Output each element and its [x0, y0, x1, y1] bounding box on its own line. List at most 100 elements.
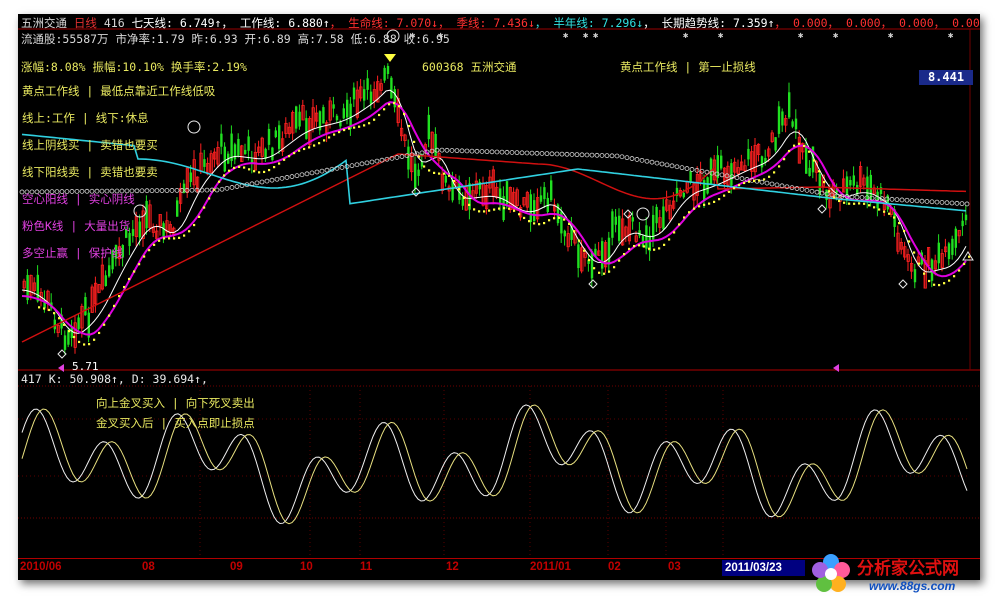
date-label: 2011/01 — [530, 561, 571, 573]
date-label: 08 — [142, 561, 155, 573]
work-dot — [68, 330, 71, 333]
kd-header: 417 K: 50.908↑, D: 39.694↑, — [21, 372, 208, 386]
work-dot — [353, 126, 356, 129]
candle-body — [577, 244, 580, 269]
longterm-dot — [464, 148, 470, 154]
work-dot — [143, 255, 146, 258]
longterm-dot — [804, 187, 810, 193]
work-dot — [668, 238, 671, 241]
work-dot — [508, 207, 511, 210]
work-dot — [293, 151, 296, 155]
work-dot — [468, 203, 471, 206]
candle-body — [631, 217, 634, 222]
candle-body — [662, 206, 665, 230]
longterm-dot — [649, 159, 655, 165]
candle-body — [808, 167, 811, 176]
work-dot — [458, 188, 461, 191]
legend-left-item: 粉色K线 | 大量出货 — [22, 219, 131, 233]
longterm-dot — [764, 180, 770, 186]
work-dot — [253, 170, 256, 173]
candle-body — [264, 148, 267, 159]
work-dot — [818, 170, 821, 173]
work-dot — [913, 251, 916, 254]
longterm-dot — [439, 147, 445, 153]
longterm-dot — [484, 149, 490, 155]
work-dot — [473, 208, 476, 211]
candle-body — [67, 330, 70, 345]
longterm-dot — [394, 155, 400, 160]
longterm-dot — [704, 169, 710, 175]
longterm-dot — [349, 163, 355, 169]
work-dot — [723, 194, 726, 197]
longterm-dot — [164, 188, 170, 193]
work-dot — [923, 272, 926, 275]
work-dot — [493, 208, 496, 211]
candle-body — [407, 146, 410, 170]
work-dot — [618, 259, 621, 262]
longterm-dot — [454, 148, 460, 154]
longterm-dot — [449, 148, 455, 153]
work-dot — [683, 216, 686, 219]
header-segment: 416 — [103, 16, 132, 30]
legend-left-item: 空心阳线 | 实心阴线 — [22, 192, 135, 206]
longterm-dot — [664, 162, 670, 168]
candle-body — [339, 121, 342, 127]
work-dot — [738, 184, 741, 187]
work-dot — [593, 267, 596, 270]
candle-body — [295, 106, 298, 129]
work-dot — [938, 283, 941, 287]
work-dot — [413, 140, 416, 143]
longterm-dot — [279, 175, 285, 181]
work-dot — [548, 219, 551, 222]
work-dot — [558, 216, 561, 219]
work-dot — [863, 202, 866, 205]
candle-body — [774, 137, 777, 151]
candle-body — [305, 118, 308, 139]
longterm-dot — [339, 165, 345, 170]
work-dot — [888, 212, 891, 215]
flower-logo-icon: 分析家公式网 www.88gs.com — [812, 554, 959, 593]
longterm-dot — [189, 187, 195, 193]
work-dot — [93, 338, 96, 341]
star-marker: ✱ — [683, 31, 689, 41]
work-dot — [213, 188, 216, 191]
star-marker: ✱ — [583, 31, 589, 41]
diamond-marker — [817, 204, 827, 214]
work-dot — [518, 213, 521, 216]
legend-left-item: 多空止赢 | 保护线 — [22, 246, 124, 260]
work-dot — [843, 201, 846, 204]
candle-body — [247, 136, 250, 151]
indicator-header: 五洲交通 日线 416 七天线: 6.749↑， 工作线: 6.880↑， 生命… — [21, 16, 980, 30]
work-dot — [713, 200, 716, 203]
work-dot — [128, 277, 131, 281]
longterm-dot — [259, 179, 265, 185]
longterm-dot — [229, 185, 235, 190]
longterm-dot — [354, 162, 360, 168]
work-dot — [728, 190, 731, 193]
candle-body — [237, 138, 240, 156]
candle-body — [363, 89, 366, 101]
work-dot — [148, 249, 151, 252]
work-dot — [428, 169, 431, 172]
longterm-dot — [264, 178, 270, 184]
longterm-dot — [204, 187, 210, 193]
longterm-dot — [529, 150, 535, 156]
work-dot — [953, 275, 956, 278]
longterm-dot — [629, 156, 635, 161]
work-dot — [583, 249, 586, 252]
header-segment: ， 半年线: 7.296↓ — [534, 16, 644, 30]
work-dot — [248, 168, 251, 171]
work-dot — [573, 230, 576, 233]
candle-body — [383, 67, 386, 81]
candle-body — [964, 214, 968, 221]
longterm-dot — [964, 201, 970, 207]
longterm-dot — [739, 176, 745, 181]
header-segment: 五洲交通 — [21, 16, 67, 30]
legend-left-item: 线上:工作 | 线下:休息 — [22, 111, 149, 125]
work-dot — [453, 179, 456, 183]
work-dot — [368, 122, 371, 125]
candle-body — [645, 225, 648, 249]
header-segment: ， 长期趋势线: 7.359↑ — [643, 16, 775, 30]
work-dot — [438, 172, 441, 175]
work-dot — [108, 314, 111, 317]
